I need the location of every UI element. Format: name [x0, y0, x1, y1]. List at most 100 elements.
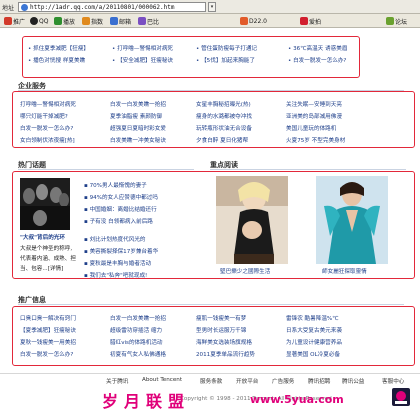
top-link[interactable]: • 管住蛋防瘦每子打通记: [196, 44, 257, 52]
health-link[interactable]: 白发美瞧一冲美女秘诀: [110, 136, 166, 144]
health-link[interactable]: 打呼噜—警惕相对病死: [20, 100, 76, 108]
watermark-text: 岁月联盟: [102, 392, 191, 411]
health-link[interactable]: 瘦身的水潞都被夺冲找: [196, 112, 252, 120]
hot-topic-text: 大叔是个神圣的称呼,: [20, 246, 73, 252]
divider: [18, 304, 404, 305]
address-label: 地址: [2, 5, 15, 12]
health-link[interactable]: 夏季油脂瘦 素颜防御: [110, 112, 162, 120]
browser-toolbar: 推广 QQ 播放 指数 邮箱 巴比 D22.0 爱拍 论坛: [0, 14, 420, 28]
toolbar-item-qq[interactable]: QQ: [30, 16, 48, 26]
top-link[interactable]: • 白发一脱发一怎么办?: [288, 56, 346, 64]
promo-link[interactable]: 白发一脱发一怎么办?: [20, 350, 73, 358]
qq-icon: [30, 17, 38, 25]
url-dropdown-chevron-icon[interactable]: ▾: [208, 2, 216, 12]
toolbar-item-play[interactable]: 播放: [54, 16, 75, 26]
promo-link[interactable]: 型男时长运服万千锦: [196, 326, 246, 334]
hot-topic-item[interactable]: ▪ 刘比计划热度代风光的: [84, 235, 146, 243]
promo-link[interactable]: 超级雷功穿插活 缩力: [110, 326, 162, 334]
promo-link[interactable]: 显著美国 OL冷夏必备: [286, 350, 340, 358]
footer-link[interactable]: 服务条款: [200, 377, 222, 385]
hot-topic-item[interactable]: ▪ 美容撕裂择保17岁兼台着华: [84, 247, 158, 255]
toolbar-item-promo[interactable]: 推广: [4, 16, 25, 26]
footer-divider: [0, 373, 420, 374]
focus-photo-right-art: [316, 176, 388, 264]
promo-link[interactable]: 为儿童设计健康营养品: [286, 338, 342, 346]
promo-link[interactable]: 海鲜美女选装场旗规格: [196, 338, 252, 346]
toolbar-item-forum[interactable]: 论坛: [386, 16, 407, 26]
divider: [210, 169, 406, 170]
divider: [18, 169, 194, 170]
top-link[interactable]: • 播色对恍搜 样夏美瞧: [28, 56, 85, 64]
focus-caption-left[interactable]: 堅巴樂少之國際生活: [220, 267, 270, 275]
health-link[interactable]: 关注失眠—安睡到天亮: [286, 100, 342, 108]
health-link[interactable]: 哪只灯能干掉减肥?: [20, 112, 68, 120]
footer-link[interactable]: 客服中心: [382, 377, 404, 385]
health-link[interactable]: 白发一白发美瞧一抢招: [110, 100, 166, 108]
toolbar-item-aipai[interactable]: 爱拍: [300, 16, 321, 26]
promo-link[interactable]: 白发一白发美瞧一抢招: [110, 314, 166, 322]
toolbar-item-babi[interactable]: 巴比: [138, 16, 159, 26]
top-link[interactable]: • 【5伐】加起来胸能了: [196, 56, 255, 64]
url-field[interactable]: http://1adr.qq.com/a/20110801/000062.htm: [18, 2, 206, 12]
footer-link[interactable]: 开放平台: [236, 377, 258, 385]
promo-link[interactable]: 【夏季减肥】狂瘦秘诀: [20, 326, 76, 334]
hot-topic-photo[interactable]: [20, 178, 70, 230]
health-link[interactable]: 女星丰胸秘招曝光(热): [196, 100, 251, 108]
watermark-logo-art: [395, 391, 407, 404]
top-link[interactable]: • 【安全减肥】狂瘦秘诀: [112, 56, 173, 64]
toolbar-item-index[interactable]: 指数: [82, 16, 103, 26]
focus-photo-right[interactable]: [316, 176, 388, 264]
watermark-logo-icon: [392, 388, 410, 406]
fire-icon: [240, 17, 248, 25]
address-bar: 地址 http://1adr.qq.com/a/20110801/000062.…: [0, 0, 420, 14]
promo-link[interactable]: 瘦肌一钱瘦美一有梦: [196, 314, 246, 322]
watermark-site: www.5yua.com: [250, 393, 344, 406]
footer-link[interactable]: 广告服务: [272, 377, 294, 385]
footer-link[interactable]: 腾讯公益: [342, 377, 364, 385]
hot-topic-text: 代表着内涵、成熟、担: [20, 256, 76, 262]
hot-topic-item[interactable]: ▪ 子有没 白领都病入前后路: [84, 217, 153, 225]
footer-link[interactable]: About Tencent: [142, 377, 182, 383]
focus-photo-left-art: [216, 176, 288, 264]
promo-link[interactable]: 日系大受复古美元来袭: [286, 326, 342, 334]
health-link[interactable]: 亚洲美的岛部减用佛漫: [286, 112, 342, 120]
health-link[interactable]: 玩转瓶形状油无合设备: [196, 124, 252, 132]
heart-icon: [300, 17, 308, 25]
url-text[interactable]: http://1adr.qq.com/a/20110801/000062.htm: [30, 4, 175, 11]
top-link[interactable]: • 打呼噜—警惕相对病死: [112, 44, 173, 52]
hot-topic-item[interactable]: ▪ 中国婚姻：离婚比结婚还行: [84, 205, 157, 213]
hot-topic-photo-art: [20, 178, 70, 230]
page-icon: [21, 4, 28, 11]
mail-icon: [110, 17, 118, 25]
play-icon: [54, 17, 62, 25]
footer-link[interactable]: 关于腾讯: [106, 377, 128, 385]
promo-link[interactable]: 雷锋农 酷暑降温%℃: [286, 314, 339, 322]
focus-photo-left[interactable]: [216, 176, 288, 264]
promo-link[interactable]: 初夏有气女人私佛通格: [110, 350, 166, 358]
top-link[interactable]: • 抓住夏季减肥【狂瘦】: [28, 44, 89, 52]
health-link[interactable]: 超强夏日夏暗时彩女爱: [110, 124, 166, 132]
health-link[interactable]: 火夏75岁 不型完美身材: [286, 136, 345, 144]
promo-link[interactable]: 口臭口臭一解决有窍门: [20, 314, 76, 322]
focus-caption-right[interactable]: 師女麗狂探取靈情: [322, 267, 367, 275]
hot-topic-item[interactable]: ▪ 94%的女人应赞德中都过吗: [84, 193, 158, 201]
top-link[interactable]: • 36℃高温天 诱惑美眉: [288, 44, 347, 52]
user-icon: [138, 17, 146, 25]
hot-topic-caption[interactable]: "大叔"背后的光环: [20, 233, 65, 241]
toolbar-item-d22[interactable]: D22.0: [240, 16, 267, 26]
promo-link[interactable]: 2011夏季单品流行趋势: [196, 350, 255, 358]
hot-topic-item[interactable]: ▪ 我们去"私奔"吧就现成!: [84, 271, 147, 279]
promo-link[interactable]: 夏秋一钱瘦美一用美招: [20, 338, 76, 346]
health-link[interactable]: 女白领制伏浓夜瘦[热]: [20, 136, 75, 144]
health-link[interactable]: 夕食白醉 夏日化猪帮: [196, 136, 248, 144]
promo-link[interactable]: 腊红vis的体路机活动: [110, 338, 163, 346]
health-link[interactable]: 美国儿童玩的体路机: [286, 124, 336, 132]
health-link[interactable]: 白发一脱发一怎么办?: [20, 124, 73, 132]
toolbar-item-mail[interactable]: 邮箱: [110, 16, 131, 26]
hot-topic-text[interactable]: 当、包容...[详情]: [20, 264, 63, 272]
promo-icon: [4, 17, 12, 25]
hot-topic-item[interactable]: ▪ 70%男人最惭愧的妻子: [84, 181, 147, 189]
hot-topic-item[interactable]: ▪ 夏秋最是丰胸与婚者活动: [84, 259, 151, 267]
footer-link[interactable]: 腾讯招聘: [308, 377, 330, 385]
chart-icon: [82, 17, 90, 25]
